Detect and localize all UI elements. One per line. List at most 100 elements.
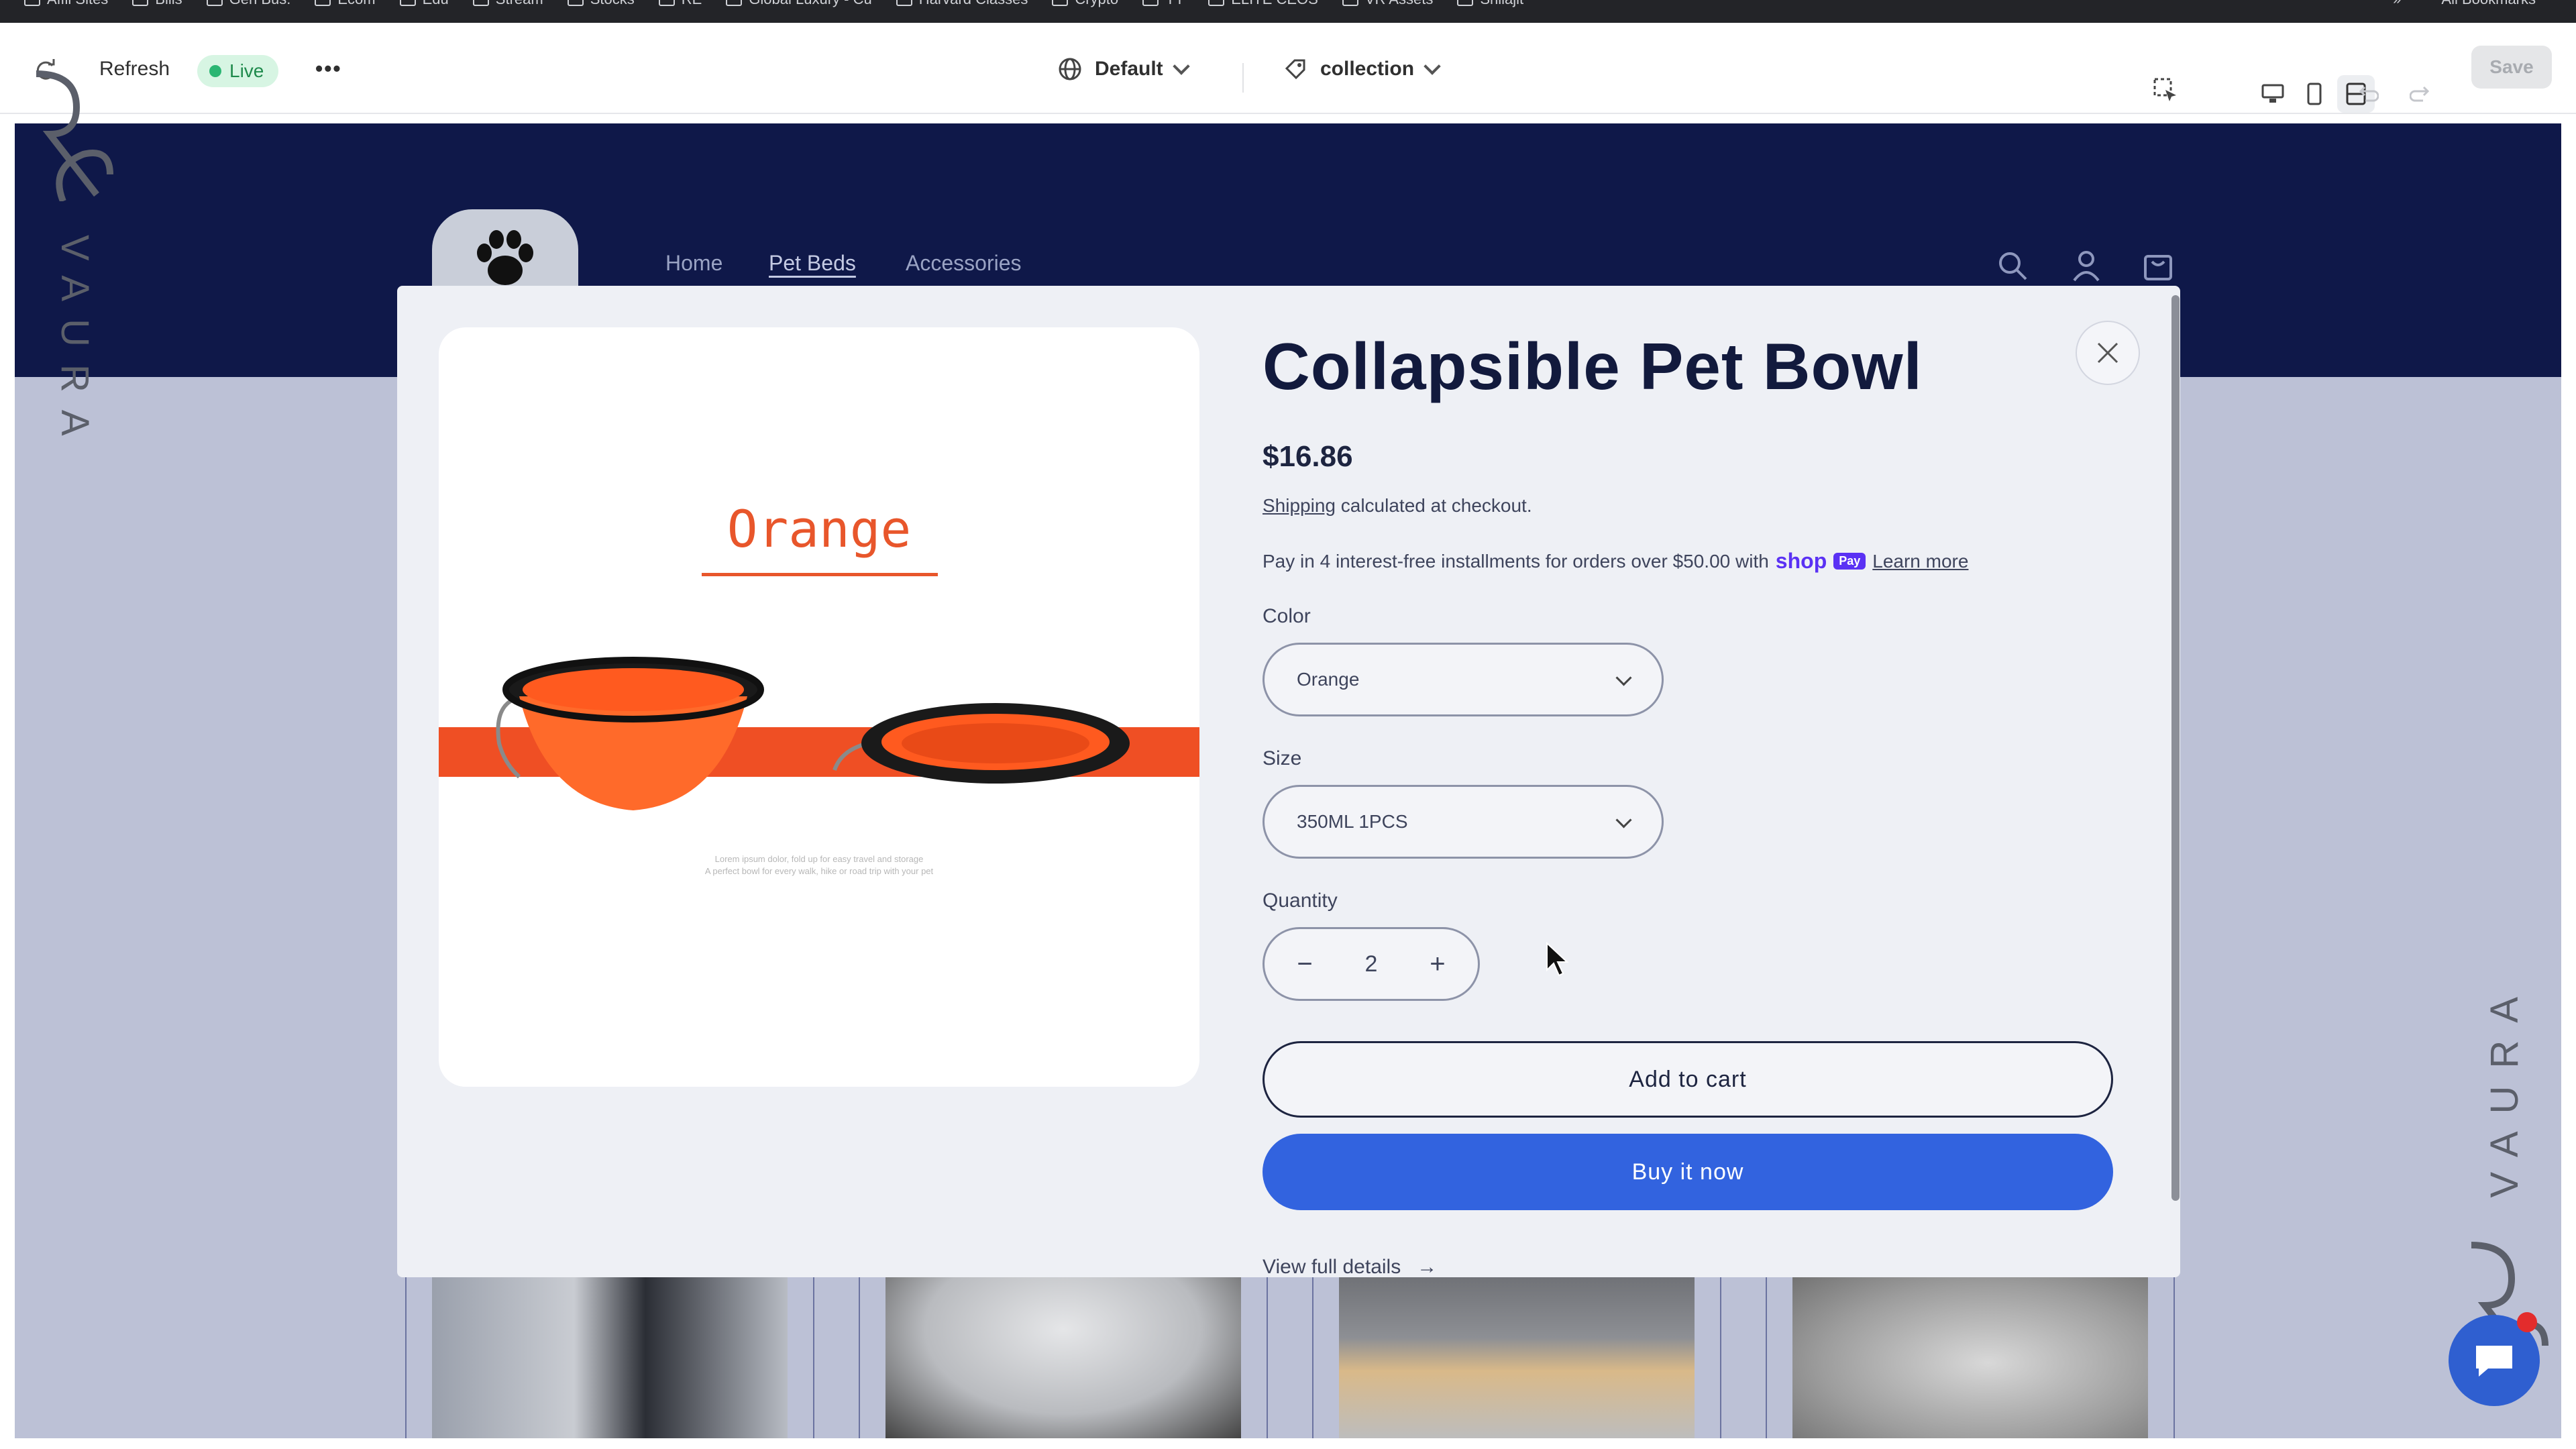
close-icon <box>2097 342 2118 364</box>
folder-icon <box>206 0 223 6</box>
nav-pet-beds[interactable]: Pet Beds <box>769 251 856 276</box>
bookmark-folder[interactable]: Crypto <box>1052 0 1118 8</box>
bookmark-folder[interactable]: Shilajit <box>1457 0 1523 8</box>
inspector-icon[interactable] <box>2152 76 2179 103</box>
bookmark-folder[interactable]: Global Luxury - Cu <box>726 0 872 8</box>
caption-underline <box>702 573 938 576</box>
theme-dropdown[interactable]: Default <box>1057 56 1190 82</box>
mobile-icon[interactable] <box>2296 75 2333 113</box>
learn-more-link[interactable]: Learn more <box>1872 551 1968 572</box>
bowl-illustration <box>496 657 1130 810</box>
folder-icon <box>1457 0 1474 6</box>
redo-icon[interactable] <box>2410 83 2432 103</box>
quantity-value[interactable]: 2 <box>1365 951 1378 977</box>
cart-icon[interactable] <box>2141 250 2175 286</box>
folder-icon <box>1142 0 1159 6</box>
add-to-cart-button[interactable]: Add to cart <box>1263 1041 2113 1118</box>
color-select[interactable]: Orange <box>1263 643 1664 716</box>
undo-icon[interactable] <box>2356 83 2379 103</box>
bookmark-folder[interactable]: VR Assets <box>1342 0 1433 8</box>
quantity-increase-button[interactable]: + <box>1424 949 1451 979</box>
all-bookmarks-button[interactable]: All Bookmarks <box>2441 0 2536 8</box>
size-label: Size <box>1263 747 1302 769</box>
chat-icon <box>2476 1346 2512 1377</box>
bookmark-label: ELITE CEOS <box>1231 0 1318 8</box>
product-price: $16.86 <box>1263 440 1353 473</box>
bookmark-label: Global Luxury - Cu <box>749 0 871 8</box>
bookmark-folder[interactable]: RE <box>658 0 702 8</box>
folder-icon <box>1342 0 1358 6</box>
arrow-right-icon: → <box>1417 1256 1438 1278</box>
modal-scrollbar[interactable] <box>2171 295 2180 1201</box>
watermark-logo <box>36 70 113 201</box>
bookmark-folder[interactable]: YT <box>1142 0 1184 8</box>
more-actions-button[interactable]: ••• <box>315 56 342 81</box>
bookmark-label: YT <box>1165 0 1184 8</box>
bookmark-label: Stocks <box>590 0 635 8</box>
bookmark-folder[interactable]: Affil Sites <box>24 0 108 8</box>
product-card[interactable] <box>859 1271 1268 1438</box>
bookmark-folder[interactable]: Harvard Classes <box>896 0 1028 8</box>
template-icon <box>1285 59 1305 80</box>
folder-icon <box>315 0 331 6</box>
product-thumbnail <box>1792 1271 2148 1438</box>
cursor-icon <box>1544 941 1571 983</box>
close-button[interactable] <box>2076 321 2140 385</box>
image-caption: Orange <box>727 499 912 559</box>
product-card[interactable] <box>1312 1271 1721 1438</box>
bookmark-folder[interactable]: Gen Bus. <box>206 0 291 8</box>
bookmark-label: Affil Sites <box>47 0 108 8</box>
live-status-badge: Live <box>197 55 279 87</box>
folder-icon <box>896 0 912 6</box>
buy-now-button[interactable]: Buy it now <box>1263 1134 2113 1210</box>
folder-icon <box>24 0 40 6</box>
bookmark-label: VR Assets <box>1365 0 1433 8</box>
folder-icon <box>726 0 743 6</box>
chevron-down-icon <box>1615 811 1632 828</box>
installments-text: Pay in 4 interest-free installments for … <box>1263 550 1769 572</box>
nav-accessories[interactable]: Accessories <box>906 251 1022 276</box>
bookmark-folder[interactable]: Bills <box>132 0 182 8</box>
shipping-note: Shipping calculated at checkout. <box>1263 495 1532 517</box>
size-select[interactable]: 350ML 1PCS <box>1263 785 1664 859</box>
bookmark-folder[interactable]: ELITE CEOS <box>1208 0 1318 8</box>
bookmarks-overflow-button[interactable]: » <box>2393 0 2401 8</box>
bookmark-label: RE <box>682 0 702 8</box>
desktop-icon[interactable] <box>2254 75 2292 113</box>
view-full-details-link[interactable]: View full details → <box>1263 1256 1437 1279</box>
bookmark-label: Gen Bus. <box>229 0 291 8</box>
bookmark-folder[interactable]: Stocks <box>567 0 635 8</box>
product-image: Orange Lorem ipsum dolor, fold up for ea… <box>439 327 1199 1087</box>
paw-icon <box>477 230 533 285</box>
shipping-link[interactable]: Shipping <box>1263 495 1336 516</box>
view-details-label: View full details <box>1263 1256 1401 1278</box>
account-icon[interactable] <box>2070 250 2102 285</box>
shop-logo: shop <box>1775 549 1827 573</box>
nav-home[interactable]: Home <box>665 251 722 276</box>
watermark-text: VAURA <box>53 235 97 453</box>
installments-note: Pay in 4 interest-free installments for … <box>1263 549 1968 574</box>
watermark-text: VAURA <box>2483 979 2526 1198</box>
bookmark-folder[interactable]: Stream <box>472 0 543 8</box>
globe-icon <box>1059 58 1081 80</box>
chat-notification-badge <box>2517 1312 2537 1332</box>
product-card[interactable] <box>405 1271 814 1438</box>
bookmark-label: Bills <box>155 0 182 8</box>
search-icon[interactable] <box>1996 250 2029 285</box>
chevron-down-icon <box>1615 669 1632 686</box>
template-dropdown[interactable]: collection <box>1283 56 1441 82</box>
product-thumbnail <box>432 1271 788 1438</box>
quantity-stepper: − 2 + <box>1263 927 1480 1001</box>
quantity-decrease-button[interactable]: − <box>1291 949 1318 979</box>
bookmark-folder[interactable]: Edu <box>399 0 449 8</box>
chevron-down-icon <box>1172 58 1190 75</box>
more-label: ••• <box>315 56 342 80</box>
save-button[interactable]: Save <box>2471 46 2552 89</box>
bookmark-folder[interactable]: Ecom <box>315 0 376 8</box>
bookmarks-right: » All Bookmarks <box>2393 0 2576 8</box>
folder-icon <box>567 0 584 6</box>
fine-print-line: A perfect bowl for every walk, hike or r… <box>704 866 934 876</box>
folder-icon <box>132 0 149 6</box>
size-value: 350ML 1PCS <box>1297 811 1408 832</box>
product-card[interactable] <box>1766 1271 2175 1438</box>
